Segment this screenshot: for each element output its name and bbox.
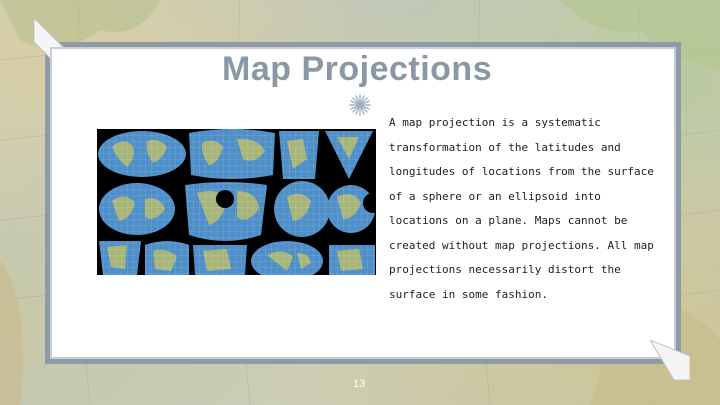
projection-bottom-1: [99, 241, 141, 275]
projection-circle: [274, 181, 330, 237]
page-number: 13: [353, 378, 366, 390]
projection-triangle: [325, 131, 373, 179]
projection-oval-small: [99, 183, 175, 235]
map-projections-image: [97, 129, 383, 281]
projection-conic: [185, 182, 267, 241]
slide-body-text: A map projection is a systematic transfo…: [389, 116, 654, 301]
folded-corner-icon: [650, 340, 690, 380]
slide-title: Map Projections: [222, 50, 493, 88]
starburst-icon: [349, 94, 371, 116]
projection-bottom-2: [145, 241, 189, 275]
projection-ellipse: [98, 131, 186, 177]
projection-bite: [327, 185, 383, 233]
projection-bottom-5: [329, 245, 375, 275]
projection-bottom-3: [193, 245, 247, 275]
projection-polyhedral: [279, 131, 319, 179]
projection-bottom-4: [251, 241, 323, 281]
projection-interrupted: [189, 129, 275, 179]
